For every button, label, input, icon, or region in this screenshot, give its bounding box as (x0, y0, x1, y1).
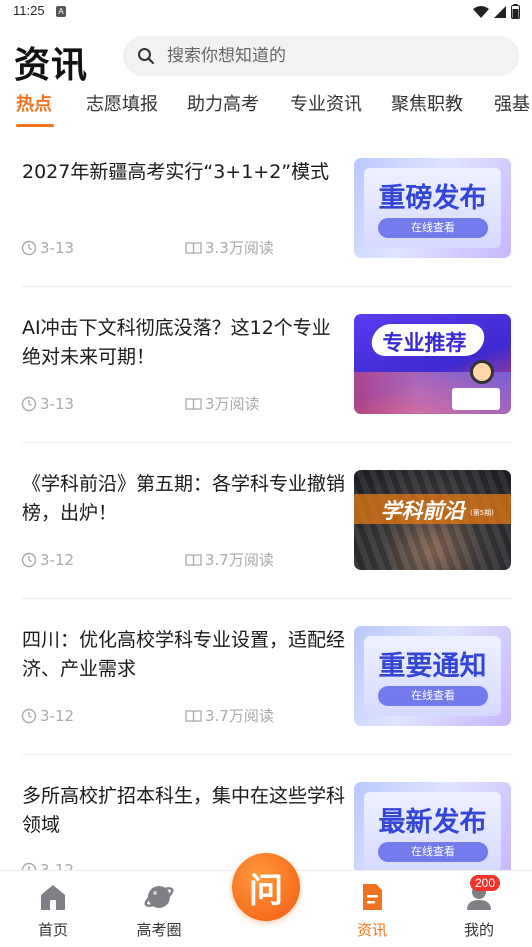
tab-major-news[interactable]: 专业资讯 (290, 90, 362, 116)
tab-hot[interactable]: 热点 (16, 90, 52, 116)
book-icon (185, 397, 202, 410)
category-tabs: 热点 志愿填报 助力高考 专业资讯 聚焦职教 强基 (0, 90, 532, 130)
article-thumbnail: 学科前沿 (第5期) (354, 470, 511, 570)
tab-volunteer[interactable]: 志愿填报 (86, 90, 158, 116)
status-icons (473, 4, 520, 19)
article-meta: 3-13 3万阅读 (21, 393, 260, 414)
article-date: 3-13 (40, 394, 75, 413)
nav-news[interactable]: 资讯 (332, 881, 412, 940)
article-title: 四川：优化高校学科专业设置，适配经济、产业需求 (22, 629, 346, 680)
article-date: 3-12 (40, 550, 75, 569)
article-meta: 3-13 3.3万阅读 (21, 237, 274, 258)
notification-a-icon: A (56, 6, 66, 17)
thumbnail-subheadline: (第5期) (470, 509, 494, 517)
document-icon (363, 884, 382, 910)
article-title: AI冲击下文科彻底没落？这12个专业绝对未来可期！ (22, 317, 331, 368)
clock-icon (21, 708, 37, 723)
tab-strong-base[interactable]: 强基 (494, 90, 530, 116)
article-date: 3-12 (40, 706, 75, 725)
thumbnail-headline: 重要通知 (378, 651, 487, 682)
divider (22, 754, 511, 755)
battery-icon (511, 4, 520, 19)
status-time: 11:25 (13, 3, 45, 18)
divider (22, 442, 511, 443)
article-meta: 3-12 3.7万阅读 (21, 549, 274, 570)
article-title: 《学科前沿》第五期：各学科专业撤销榜，出炉！ (22, 473, 346, 524)
thumbnail-button: 在线查看 (378, 686, 488, 706)
nav-exam-circle[interactable]: 高考圈 (119, 881, 199, 940)
article-thumbnail: 最新发布 在线查看 (354, 782, 511, 882)
divider (22, 286, 511, 287)
book-icon (185, 553, 202, 566)
notification-badge: 200 (470, 875, 501, 891)
article-reads: 3.7万阅读 (205, 707, 274, 725)
tab-active-indicator (16, 124, 54, 127)
ask-button[interactable]: 问 (232, 853, 300, 921)
illustration-person (470, 360, 494, 384)
nav-mine-label: 我的 (463, 921, 494, 939)
nav-home[interactable]: 首页 (13, 881, 93, 940)
nav-news-label: 资讯 (356, 921, 387, 939)
planet-icon (144, 886, 174, 908)
page-title: 资讯 (14, 45, 89, 86)
thumbnail-headline: 专业推荐 (382, 331, 467, 355)
article-date: 3-13 (40, 238, 75, 257)
article-reads: 3万阅读 (205, 395, 260, 413)
tab-exam-help[interactable]: 助力高考 (187, 90, 259, 116)
illustration-chart (452, 388, 500, 410)
clock-icon (21, 552, 37, 567)
thumbnail-button: 在线查看 (378, 218, 488, 238)
article-reads: 3.3万阅读 (205, 239, 274, 257)
thumbnail-headline: 最新发布 (378, 807, 487, 838)
article-title: 多所高校扩招本科生，集中在这些学科领域 (22, 785, 346, 836)
book-icon (185, 709, 202, 722)
article-item[interactable]: 《学科前沿》第五期：各学科专业撤销榜，出炉！ 3-12 3.7万阅读 学科前沿 … (0, 470, 532, 626)
article-thumbnail: 重磅发布 在线查看 (354, 158, 511, 258)
article-thumbnail: 专业推荐 (354, 314, 511, 414)
article-item[interactable]: 2027年新疆高考实行“3+1+2”模式 3-13 3.3万阅读 重磅发布 在线… (0, 158, 532, 314)
article-title: 2027年新疆高考实行“3+1+2”模式 (22, 161, 330, 183)
search-bar[interactable] (123, 36, 519, 76)
tab-vocational[interactable]: 聚焦职教 (391, 90, 463, 116)
bottom-nav: 首页 高考圈 问 资讯 我的 200 (0, 853, 532, 947)
nav-exam-circle-label: 高考圈 (136, 921, 182, 939)
divider (22, 598, 511, 599)
status-bar: 11:25 A (0, 0, 532, 24)
article-thumbnail: 重要通知 在线查看 (354, 626, 511, 726)
article-item[interactable]: 四川：优化高校学科专业设置，适配经济、产业需求 3-12 3.7万阅读 重要通知… (0, 626, 532, 782)
search-icon (138, 48, 155, 65)
thumbnail-button: 在线查看 (378, 842, 488, 862)
nav-home-label: 首页 (37, 921, 68, 939)
clock-icon (21, 396, 37, 411)
ask-icon: 问 (249, 870, 283, 911)
article-item[interactable]: AI冲击下文科彻底没落？这12个专业绝对未来可期！ 3-13 3万阅读 专业推荐 (0, 314, 532, 470)
article-meta: 3-12 3.7万阅读 (21, 705, 274, 726)
signal-icon (494, 5, 506, 18)
wifi-icon (473, 5, 489, 18)
search-input[interactable] (167, 46, 487, 66)
clock-icon (21, 240, 37, 255)
home-icon (41, 885, 65, 910)
thumbnail-headline: 重磅发布 (378, 183, 487, 214)
book-icon (185, 241, 202, 254)
article-reads: 3.7万阅读 (205, 551, 274, 569)
